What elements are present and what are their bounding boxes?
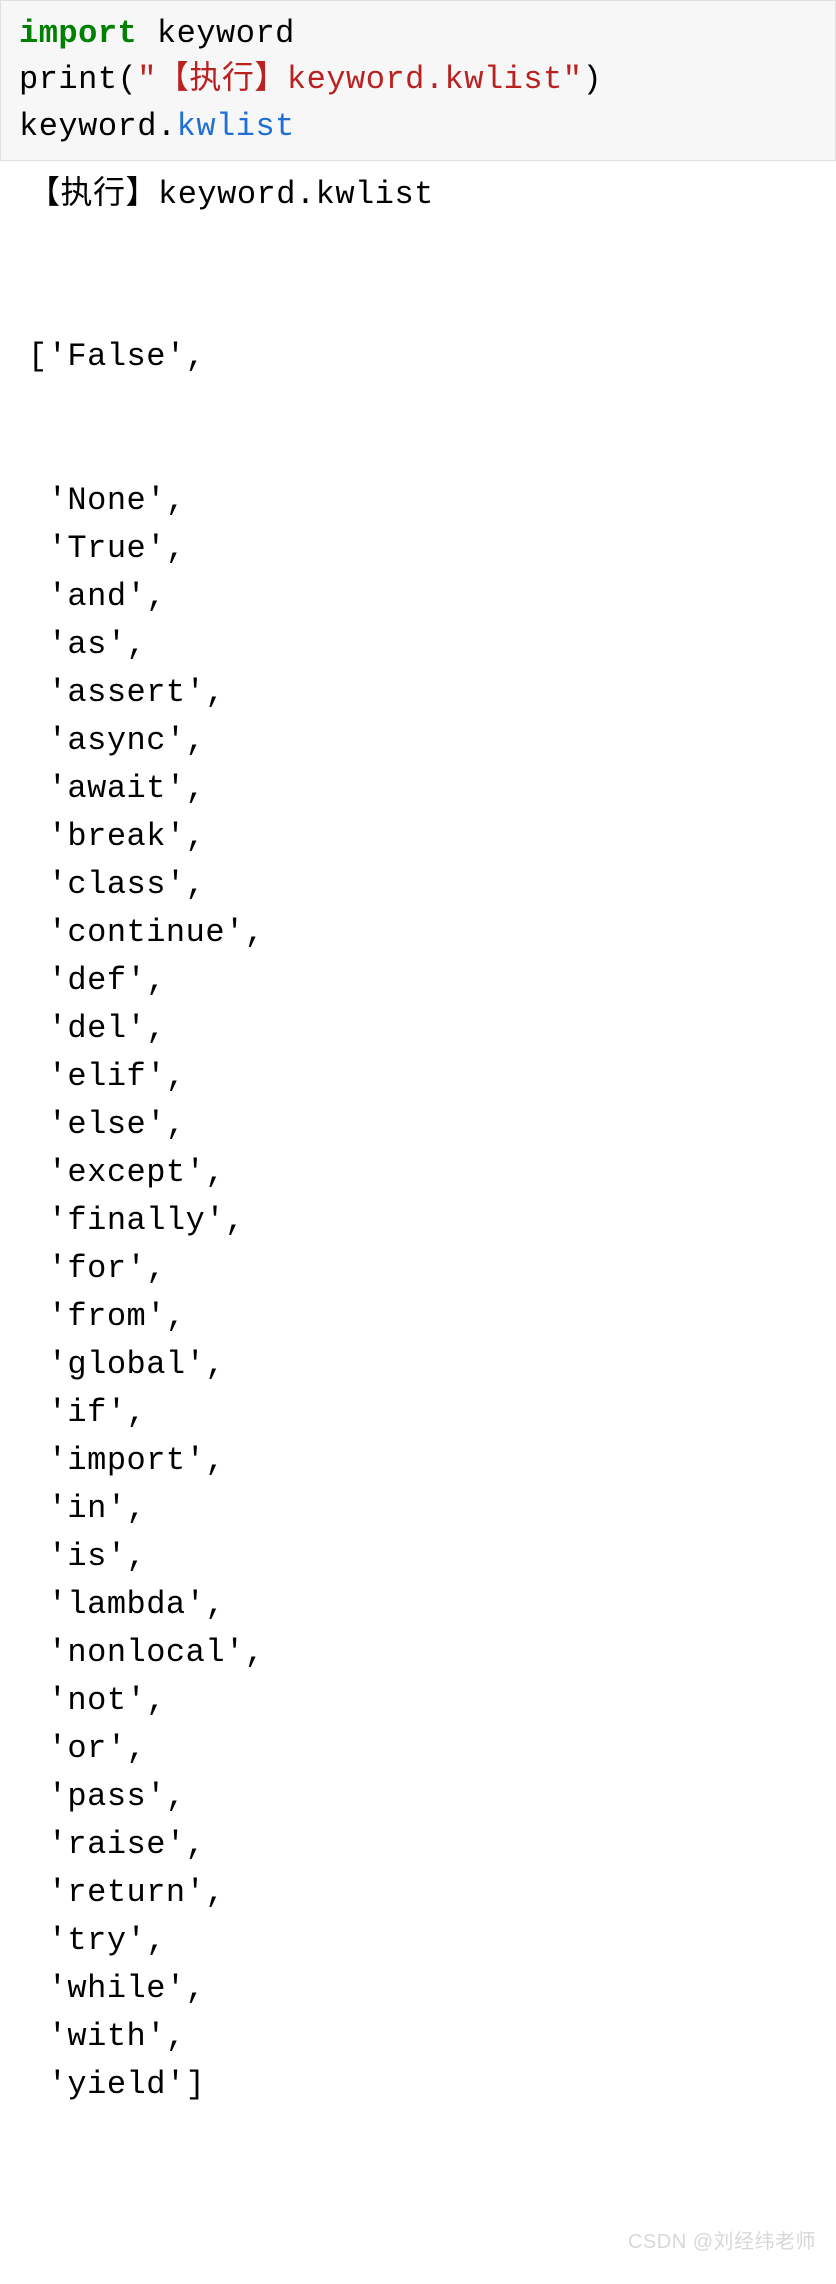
list-item: 'for', <box>28 1245 816 1293</box>
keyword-obj: keyword <box>19 108 157 145</box>
module-name: keyword <box>137 15 295 52</box>
list-item: 'import', <box>28 1437 816 1485</box>
output-header-line: 【执行】keyword.kwlist <box>28 171 816 219</box>
list-open-line: ['False', <box>28 333 816 381</box>
list-item: 'raise', <box>28 1821 816 1869</box>
list-item: 'if', <box>28 1389 816 1437</box>
list-item: 'lambda', <box>28 1581 816 1629</box>
import-keyword: import <box>19 15 137 52</box>
list-item: 'pass', <box>28 1773 816 1821</box>
list-item: 'as', <box>28 621 816 669</box>
list-item: 'try', <box>28 1917 816 1965</box>
list-item: 'in', <box>28 1485 816 1533</box>
code-line-1: import keyword <box>19 11 817 57</box>
code-input-block: import keyword print("【执行】keyword.kwlist… <box>0 0 836 161</box>
list-item: 'with', <box>28 2013 816 2061</box>
list-item: 'nonlocal', <box>28 1629 816 1677</box>
list-item: 'True', <box>28 525 816 573</box>
list-item: 'def', <box>28 957 816 1005</box>
list-item: 'or', <box>28 1725 816 1773</box>
list-item: 'is', <box>28 1533 816 1581</box>
code-line-2: print("【执行】keyword.kwlist") <box>19 57 817 103</box>
list-item: 'async', <box>28 717 816 765</box>
list-item: 'del', <box>28 1005 816 1053</box>
list-item: 'else', <box>28 1101 816 1149</box>
list-item: 'finally', <box>28 1197 816 1245</box>
kwlist-attr: kwlist <box>177 108 295 145</box>
print-func: print <box>19 61 118 98</box>
list-item: 'elif', <box>28 1053 816 1101</box>
list-item: 'and', <box>28 573 816 621</box>
string-literal: "【执行】keyword.kwlist" <box>137 61 582 98</box>
list-item: 'await', <box>28 765 816 813</box>
list-item: 'not', <box>28 1677 816 1725</box>
list-item: 'yield'] <box>28 2061 816 2109</box>
list-item: 'assert', <box>28 669 816 717</box>
code-line-3: keyword.kwlist <box>19 104 817 150</box>
list-item: 'break', <box>28 813 816 861</box>
paren-open: ( <box>118 61 138 98</box>
dot-operator: . <box>157 108 177 145</box>
paren-close: ) <box>582 61 602 98</box>
list-item: 'return', <box>28 1869 816 1917</box>
list-item: 'except', <box>28 1149 816 1197</box>
output-list: ['False', 'None', 'True', 'and', 'as', '… <box>28 237 816 2205</box>
list-item: 'from', <box>28 1293 816 1341</box>
csdn-watermark: CSDN @刘经纬老师 <box>0 2215 836 2258</box>
list-item: 'None', <box>28 477 816 525</box>
list-item: 'class', <box>28 861 816 909</box>
list-item: 'continue', <box>28 909 816 957</box>
list-item: 'global', <box>28 1341 816 1389</box>
list-item: 'while', <box>28 1965 816 2013</box>
code-output-block: 【执行】keyword.kwlist ['False', 'None', 'Tr… <box>0 161 836 2215</box>
